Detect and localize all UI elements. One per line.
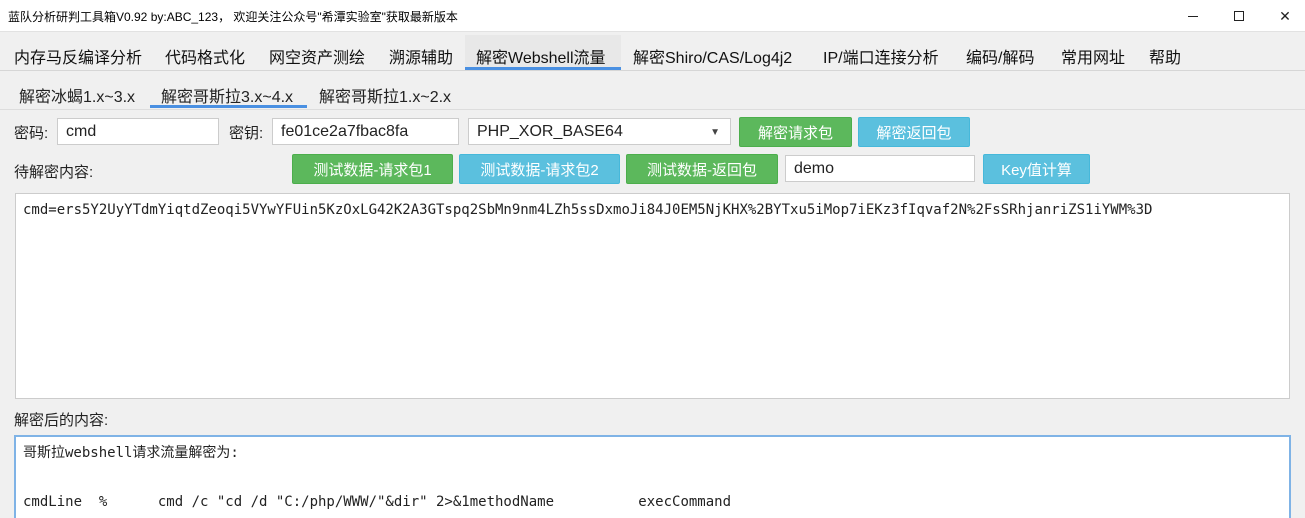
output-line: cmdLine % cmd /c "cd /d "C:/php/WWW/"&di…: [23, 494, 732, 510]
mode-select[interactable]: PHP_XOR_BASE64 ▼: [468, 118, 731, 145]
minimize-icon: [1188, 15, 1198, 17]
key-calc-button[interactable]: Key值计算: [983, 154, 1090, 184]
tab-asset-mapping[interactable]: 网空资产测绘: [269, 44, 365, 68]
tab-ip-port-analysis[interactable]: IP/端口连接分析: [823, 44, 939, 68]
chevron-down-icon: ▼: [710, 127, 720, 138]
subtab-godzilla-3-4[interactable]: 解密哥斯拉3.x~4.x: [161, 83, 293, 107]
sub-tab-bar: 解密冰蝎1.x~3.x 解密哥斯拉3.x~4.x 解密哥斯拉1.x~2.x: [0, 72, 1305, 110]
encrypted-input-textarea[interactable]: cmd=ers5Y2UyYTdmYiqtdZeoqi5VYwYFUin5KzOx…: [15, 193, 1290, 399]
pending-content-label: 待解密内容:: [14, 164, 94, 181]
test-request2-button[interactable]: 测试数据-请求包2: [459, 154, 620, 184]
decrypt-response-button[interactable]: 解密返回包: [858, 117, 970, 147]
key-calc-input[interactable]: demo: [785, 155, 975, 182]
tab-encode-decode[interactable]: 编码/解码: [966, 44, 1034, 68]
subtab-behinder[interactable]: 解密冰蝎1.x~3.x: [19, 83, 135, 107]
tab-shiro-cas-log4j2[interactable]: 解密Shiro/CAS/Log4j2: [633, 44, 792, 68]
close-icon: ✕: [1279, 7, 1291, 24]
output-line: 哥斯拉webshell请求流量解密为:: [23, 445, 239, 461]
active-subtab-underline: [150, 105, 307, 108]
minimize-button[interactable]: [1170, 0, 1216, 32]
main-tab-bar: 内存马反编译分析 代码格式化 网空资产测绘 溯源辅助 解密Webshell流量 …: [0, 33, 1305, 71]
close-button[interactable]: ✕: [1262, 0, 1305, 32]
mode-select-value: PHP_XOR_BASE64: [477, 123, 623, 140]
key-label: 密钥:: [229, 125, 264, 142]
tab-trace-assist[interactable]: 溯源辅助: [389, 44, 453, 68]
tab-memshell-decompile[interactable]: 内存马反编译分析: [14, 44, 142, 68]
test-request1-button[interactable]: 测试数据-请求包1: [292, 154, 453, 184]
tab-code-format[interactable]: 代码格式化: [165, 44, 245, 68]
window-title: 蓝队分析研判工具箱V0.92 by:ABC_123， 欢迎关注公众号"希潭实验室…: [8, 10, 458, 24]
subtab-godzilla-1-2[interactable]: 解密哥斯拉1.x~2.x: [319, 83, 451, 107]
password-input[interactable]: cmd: [57, 118, 219, 145]
tab-webshell-decrypt[interactable]: 解密Webshell流量: [476, 44, 606, 68]
decrypt-request-button[interactable]: 解密请求包: [739, 117, 852, 147]
key-input[interactable]: fe01ce2a7fbac8fa: [272, 118, 459, 145]
tab-help[interactable]: 帮助: [1149, 44, 1181, 68]
tab-common-urls[interactable]: 常用网址: [1061, 44, 1125, 68]
test-response-button[interactable]: 测试数据-返回包: [626, 154, 778, 184]
active-tab-underline: [465, 67, 621, 70]
decrypted-output-textarea[interactable]: 哥斯拉webshell请求流量解密为: cmdLine % cmd /c "cd …: [14, 435, 1291, 518]
password-label: 密码:: [14, 125, 49, 142]
maximize-button[interactable]: [1216, 0, 1262, 32]
title-bar: 蓝队分析研判工具箱V0.92 by:ABC_123， 欢迎关注公众号"希潭实验室…: [0, 0, 1305, 32]
result-label: 解密后的内容:: [14, 412, 109, 429]
encrypted-input-text: cmd=ers5Y2UyYTdmYiqtdZeoqi5VYwYFUin5KzOx…: [23, 202, 1153, 218]
maximize-icon: [1234, 11, 1244, 21]
